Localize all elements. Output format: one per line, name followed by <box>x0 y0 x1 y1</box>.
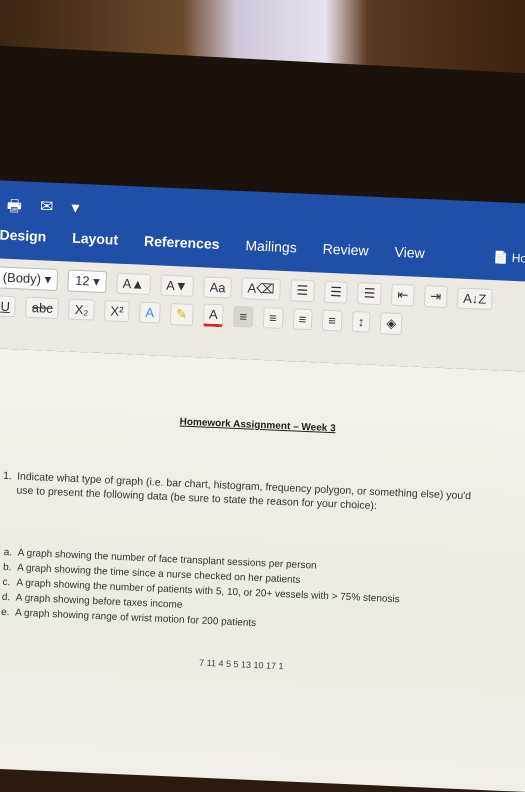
question-text: Indicate what type of graph (i.e. bar ch… <box>16 470 472 513</box>
font-color-button[interactable]: A <box>202 303 225 328</box>
font-name-select[interactable]: (Body) ▾ <box>0 266 59 292</box>
clear-formatting-button[interactable]: A⌫ <box>241 277 282 301</box>
font-name-value: (Body) <box>2 269 42 287</box>
partial-bottom-text: 7 11 4 5 5 13 10 17 1 <box>198 657 284 672</box>
item-label: a. <box>3 546 13 559</box>
highlight-button[interactable]: ✎ <box>169 302 194 326</box>
align-left-button[interactable]: ≡ <box>233 305 254 328</box>
justify-button[interactable]: ≡ <box>321 309 343 332</box>
question-1: 1. Indicate what type of graph (i.e. bar… <box>3 469 487 517</box>
item-label: c. <box>2 576 11 589</box>
numbering-button[interactable]: ☰ <box>323 280 349 304</box>
grow-font-button[interactable]: A▲ <box>116 272 151 295</box>
question-items: a. A graph showing the number of face tra… <box>1 545 401 637</box>
font-size-value: 12 <box>74 272 90 289</box>
superscript-button[interactable]: X² <box>104 300 130 323</box>
text-effects-button[interactable]: A <box>138 301 161 324</box>
document-page[interactable]: Homework Assignment – Week 3 1. Indicate… <box>0 347 525 792</box>
decrease-indent-button[interactable]: ⇤ <box>390 283 415 307</box>
change-case-button[interactable]: Aa <box>203 275 233 299</box>
tab-view[interactable]: View <box>394 244 425 261</box>
customize-dropdown-icon[interactable]: ▾ <box>71 198 80 225</box>
document-title: Homework Assignment – Week 3 <box>179 416 336 435</box>
tab-layout[interactable]: Layout <box>72 230 119 248</box>
align-right-button[interactable]: ≡ <box>292 308 313 331</box>
shrink-font-button[interactable]: A▼ <box>159 274 195 297</box>
increase-indent-button[interactable]: ⇥ <box>423 285 448 309</box>
ribbon-tabs: Design Layout References Mailings Review… <box>0 226 425 261</box>
strikethrough-button[interactable]: abc <box>25 296 60 320</box>
tab-design[interactable]: Design <box>0 226 47 244</box>
align-center-button[interactable]: ≡ <box>262 307 284 329</box>
shading-button[interactable]: ◈ <box>379 311 403 335</box>
email-icon[interactable]: ✉ <box>39 196 54 224</box>
word-window: 🖶 ✉ ▾ Design Layout References Mailings … <box>0 180 525 792</box>
print-icon[interactable]: 🖶 <box>6 195 22 223</box>
tab-review[interactable]: Review <box>322 241 369 259</box>
quick-access-toolbar: 🖶 ✉ ▾ <box>6 195 80 225</box>
item-label: b. <box>2 561 12 574</box>
bullets-button[interactable]: ☰ <box>290 279 315 303</box>
multilevel-list-button[interactable]: ☰ <box>357 282 382 306</box>
document-name: 📄 Hom <box>493 250 525 266</box>
underline-button[interactable]: U <box>0 295 17 318</box>
item-label: e. <box>0 606 10 619</box>
font-size-select[interactable]: 12 ▾ <box>67 269 108 294</box>
line-spacing-button[interactable]: ↕ <box>351 310 371 333</box>
question-number: 1. <box>2 469 13 483</box>
tab-mailings[interactable]: Mailings <box>245 237 297 255</box>
sort-button[interactable]: A↓Z <box>456 287 493 310</box>
subscript-button[interactable]: X₂ <box>68 298 95 321</box>
document-name-text: Hom <box>511 250 525 266</box>
item-label: d. <box>1 591 11 604</box>
tab-references[interactable]: References <box>144 233 220 252</box>
